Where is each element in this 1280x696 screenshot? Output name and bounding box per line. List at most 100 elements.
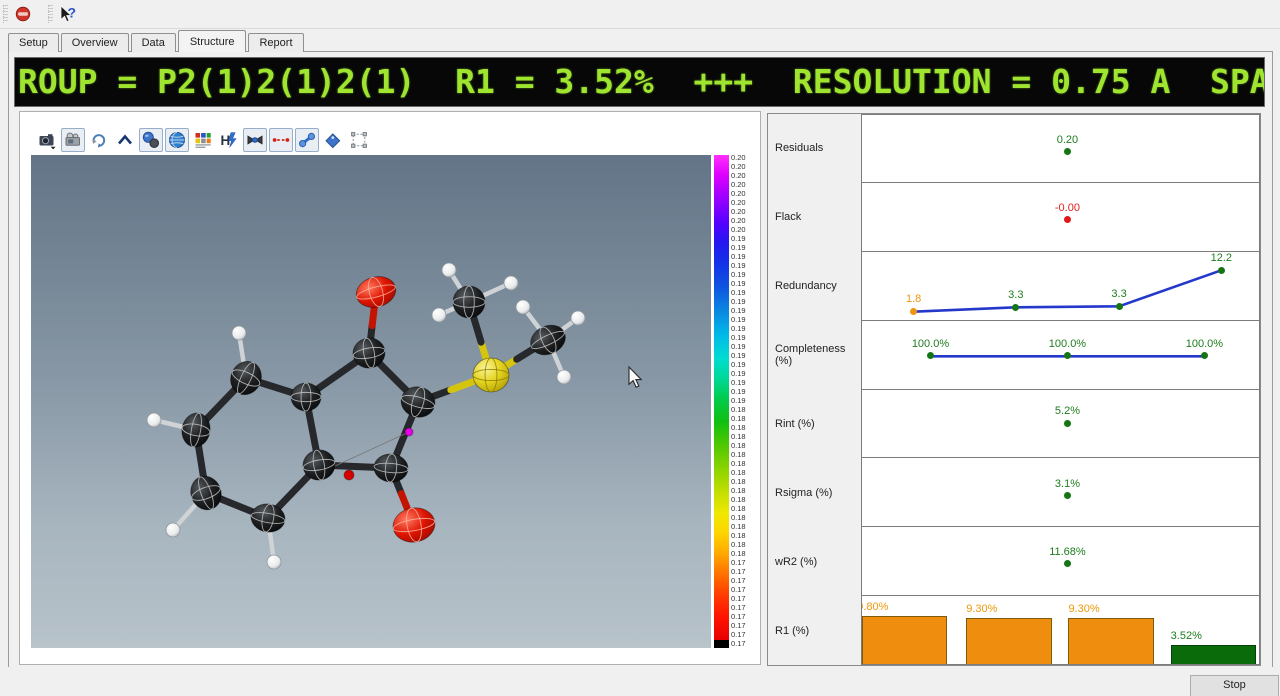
measure-distance-icon[interactable] [269, 128, 293, 152]
bond-tool-icon[interactable] [295, 128, 319, 152]
ortep-molecule-drawing [31, 155, 711, 648]
stats-row-rsigma: Rsigma (%)3.1% [768, 458, 1260, 527]
colorbar-tick: 0.19 [731, 234, 746, 243]
box-select-icon[interactable] [347, 128, 371, 152]
atom-h-h5[interactable] [147, 413, 161, 427]
colorbar-tick: 0.19 [731, 324, 746, 333]
data-point-label: 12.2 [1211, 252, 1232, 264]
bar-label: 9.30% [1068, 603, 1099, 615]
atom-h-h6[interactable] [166, 523, 180, 537]
colorbar-tick: 0.17 [731, 567, 746, 576]
stats-chart-wr2: 11.68% [861, 526, 1260, 596]
atom-o-o1[interactable] [353, 272, 399, 311]
colorbar-tick: 0.18 [731, 414, 746, 423]
colorbar-tick: 0.19 [731, 243, 746, 252]
stats-chart-r1: 9.80%9.30%9.30%3.52% [861, 595, 1260, 665]
stats-row-label: wR2 (%) [768, 527, 861, 596]
atom-o-o2[interactable] [390, 505, 437, 546]
tab-structure[interactable]: Structure [178, 30, 247, 52]
colorbar-tick: 0.18 [731, 423, 746, 432]
colorbar-tick: 0.19 [731, 342, 746, 351]
stats-row-label: Completeness (%) [768, 321, 861, 390]
atom-h-h4[interactable] [232, 326, 246, 340]
top-toolbar: ? [0, 0, 1280, 29]
stats-row-label: Flack [768, 183, 861, 252]
ellipsoid-style-icon[interactable] [139, 128, 163, 152]
atom-h-h2c[interactable] [557, 370, 571, 384]
toolbar-gripper [48, 5, 53, 23]
colorbar-tick: 0.18 [731, 540, 746, 549]
context-help-icon[interactable]: ? [57, 3, 79, 25]
residual-peak-magenta [405, 428, 413, 436]
tab-overview[interactable]: Overview [61, 33, 129, 52]
stop-icon[interactable] [12, 3, 34, 25]
colorbar-tick: 0.18 [731, 477, 746, 486]
bar-r1 [1068, 618, 1153, 666]
tab-strip: SetupOverviewDataStructureReport [8, 31, 306, 52]
label-tag-icon[interactable] [321, 128, 345, 152]
atom-c-cm1[interactable] [453, 286, 485, 318]
colorbar-tick: 0.18 [731, 405, 746, 414]
hydrogen-toggle-icon[interactable]: H [217, 128, 241, 152]
atom-c-cm2[interactable] [526, 320, 570, 361]
colorbar-tick: 0.18 [731, 441, 746, 450]
collapse-chevron-icon[interactable] [113, 128, 137, 152]
stats-chart-redundancy: 1.83.33.312.2 [861, 251, 1260, 321]
atom-h-h2a[interactable] [516, 300, 530, 314]
atom-c-c3[interactable] [373, 453, 409, 484]
colorbar-tick: 0.19 [731, 315, 746, 324]
colorbar-tick: 0.18 [731, 513, 746, 522]
colorbar-tick: 0.18 [731, 432, 746, 441]
colorbar-tick: 0.17 [731, 621, 746, 630]
atom-h-h1c[interactable] [504, 276, 518, 290]
colorbar-tick: 0.19 [731, 261, 746, 270]
atom-h-h7[interactable] [267, 555, 281, 569]
atom-c-c7a[interactable] [291, 383, 321, 411]
colorbar-tick: 0.20 [731, 207, 746, 216]
sphere-style-icon[interactable] [165, 128, 189, 152]
stop-button[interactable]: Stop [1190, 675, 1279, 696]
tab-data[interactable]: Data [131, 33, 176, 52]
colorbar-tick: 0.20 [731, 153, 746, 162]
data-point [1064, 560, 1071, 567]
snapshot-camera-icon[interactable] [35, 128, 59, 152]
colorbar-tick: 0.18 [731, 549, 746, 558]
tab-report[interactable]: Report [248, 33, 303, 52]
atom-h-h1b[interactable] [432, 308, 446, 322]
atom-s-s1[interactable] [473, 358, 509, 392]
atom-labels-icon[interactable] [191, 128, 215, 152]
application-window: ? SetupOverviewDataStructureReport ROUP … [0, 0, 1280, 696]
colorbar-tick: 0.17 [731, 639, 746, 648]
tab-setup[interactable]: Setup [8, 33, 59, 52]
data-point [1116, 303, 1123, 310]
stats-row-wr2: wR2 (%) 11.68% [768, 527, 1260, 596]
data-point-label: -0.00 [1055, 202, 1080, 214]
led-marquee-text: ROUP = P2(1)2(1)2(1) R1 = 3.52% +++ RESO… [15, 58, 1264, 105]
molecule-3d-view[interactable] [31, 155, 711, 648]
colorbar-tick: 0.19 [731, 333, 746, 342]
colorbar-tick: 0.17 [731, 558, 746, 567]
atom-h-h2b[interactable] [571, 311, 585, 325]
colorbar-tick: 0.20 [731, 171, 746, 180]
data-point-label: 11.68% [1049, 546, 1086, 558]
colorbar-tick: 0.20 [731, 225, 746, 234]
symmetry-view-icon[interactable] [243, 128, 267, 152]
data-point [1064, 420, 1071, 427]
stats-row-r1: R1 (%)9.80%9.30%9.30%3.52% [768, 596, 1260, 665]
viewer-toolbar: H [35, 128, 371, 152]
colorbar-tick: 0.19 [731, 270, 746, 279]
atom-h-h1a[interactable] [442, 263, 456, 277]
render-mode-icon[interactable] [61, 128, 85, 152]
stats-row-label: Redundancy [768, 252, 861, 321]
colorbar-tick: 0.18 [731, 459, 746, 468]
data-point-label: 1.8 [906, 293, 921, 305]
data-point [1012, 304, 1019, 311]
svg-text:?: ? [68, 5, 77, 21]
data-point-label: 5.2% [1055, 405, 1080, 417]
residual-peak-red [344, 470, 354, 480]
stats-row-redundancy: Redundancy1.83.33.312.2 [768, 252, 1260, 321]
colorbar-tick: 0.20 [731, 216, 746, 225]
refresh-view-icon[interactable] [87, 128, 111, 152]
colorbar-tick: 0.17 [731, 576, 746, 585]
bar-r1 [1171, 645, 1256, 665]
